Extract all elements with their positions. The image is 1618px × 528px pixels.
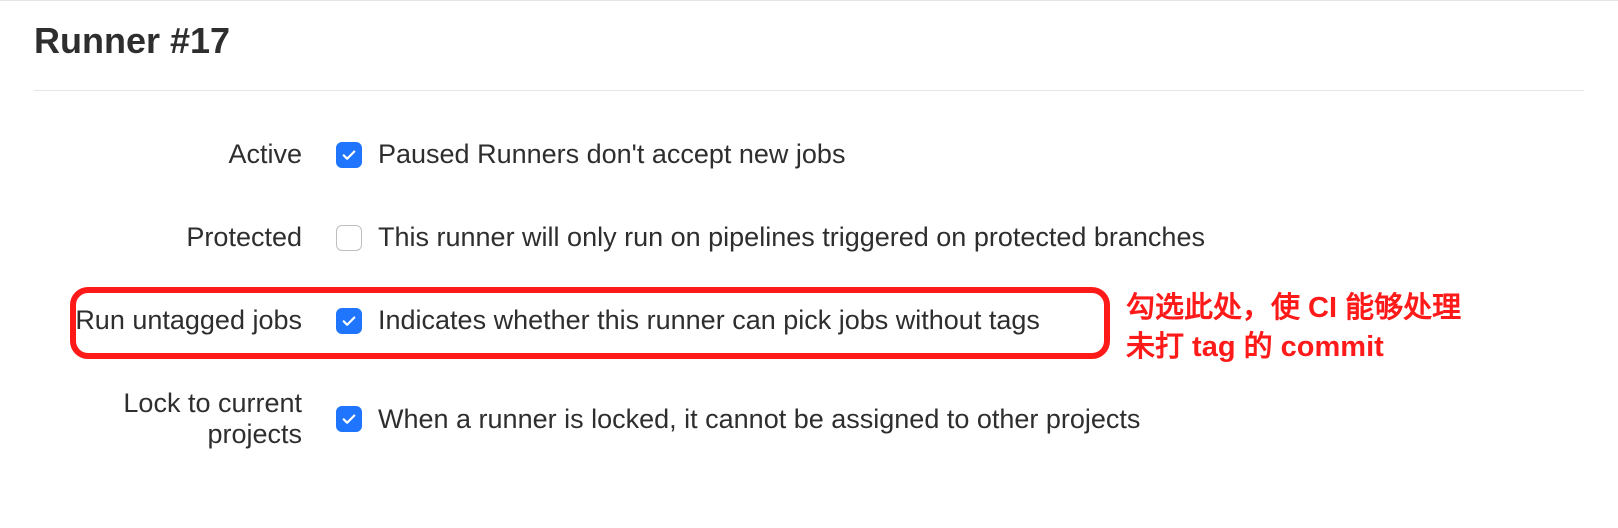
row-active: Active Paused Runners don't accept new j…: [34, 139, 1584, 170]
desc-lock: When a runner is locked, it cannot be as…: [378, 404, 1140, 435]
desc-protected: This runner will only run on pipelines t…: [378, 222, 1205, 253]
checkbox-active[interactable]: [336, 142, 362, 168]
label-untagged: Run untagged jobs: [34, 305, 336, 336]
label-active: Active: [34, 139, 336, 170]
desc-active: Paused Runners don't accept new jobs: [378, 139, 845, 170]
checkbox-protected[interactable]: [336, 225, 362, 251]
checkbox-lock[interactable]: [336, 406, 362, 432]
row-untagged: Run untagged jobs Indicates whether this…: [34, 305, 1584, 336]
label-protected: Protected: [34, 222, 336, 253]
row-protected: Protected This runner will only run on p…: [34, 222, 1584, 253]
checkbox-untagged[interactable]: [336, 308, 362, 334]
label-lock: Lock to current projects: [34, 388, 336, 450]
runner-settings-form: Active Paused Runners don't accept new j…: [0, 91, 1618, 450]
check-icon: [340, 146, 358, 164]
check-icon: [340, 410, 358, 428]
desc-untagged: Indicates whether this runner can pick j…: [378, 305, 1040, 336]
row-lock: Lock to current projects When a runner i…: [34, 388, 1584, 450]
annotation-text: 勾选此处，使 CI 能够处理 未打 tag 的 commit: [1126, 289, 1461, 367]
check-icon: [340, 312, 358, 330]
page-title: Runner #17: [0, 2, 1618, 90]
